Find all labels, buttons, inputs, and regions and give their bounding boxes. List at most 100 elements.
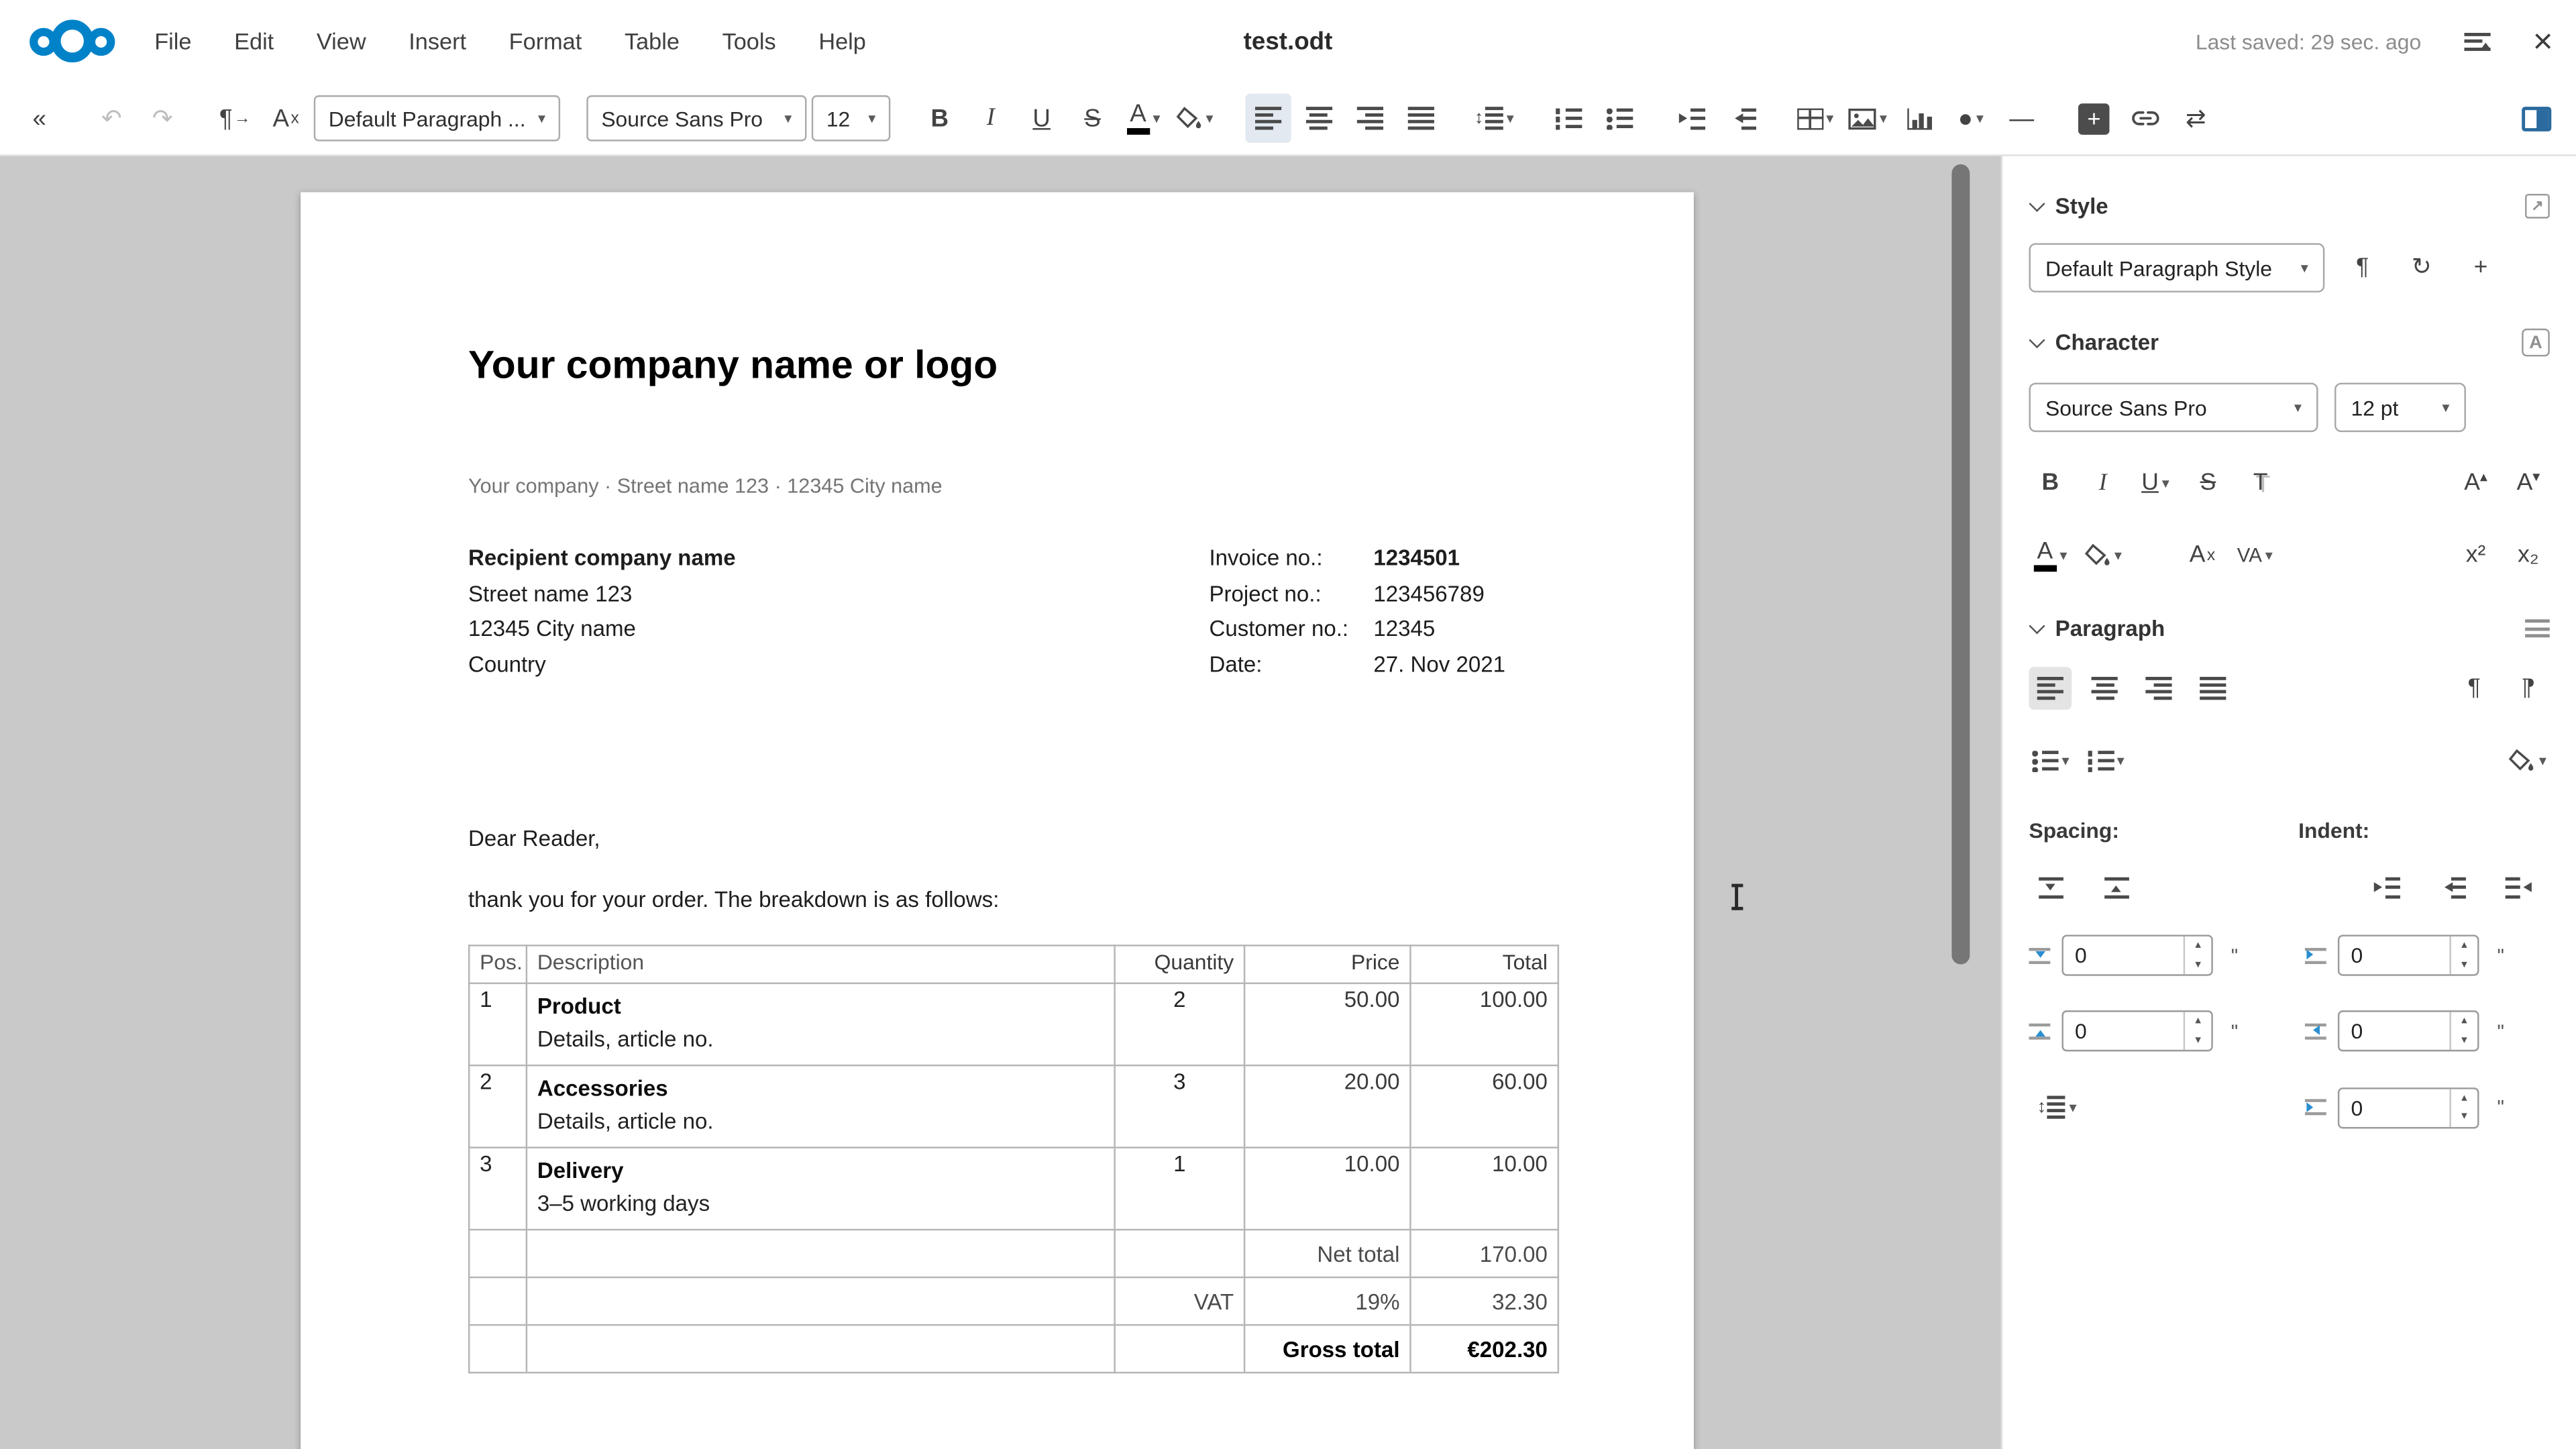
- insert-table-button[interactable]: ▾: [1792, 94, 1839, 143]
- indent-after-stepper[interactable]: ▴▾: [2338, 1010, 2479, 1051]
- menu-tools[interactable]: Tools: [722, 28, 776, 54]
- clear-formatting-button[interactable]: Ax: [263, 94, 309, 143]
- first-line-indent-stepper[interactable]: ▴▾: [2338, 1087, 2479, 1128]
- paragraph-style-select[interactable]: Default Paragraph Style▾: [2029, 243, 2324, 292]
- indent-before-stepper[interactable]: ▴▾: [2338, 934, 2479, 975]
- hanging-indent-button[interactable]: [2497, 866, 2540, 909]
- sidebar-line-spacing-button[interactable]: ↕ ▾: [2029, 1086, 2084, 1129]
- insert-line-button[interactable]: —: [1998, 94, 2045, 143]
- sidebar-ordered-list-button[interactable]: ▾: [2084, 739, 2128, 782]
- nextcloud-logo[interactable]: [30, 19, 115, 62]
- font-color-button[interactable]: A ▾: [1120, 94, 1167, 143]
- space-below-stepper[interactable]: ▴▾: [2061, 1010, 2212, 1051]
- italic-button[interactable]: I: [967, 94, 1014, 143]
- spin-up-icon[interactable]: ▴: [2451, 1012, 2477, 1031]
- expand-panel-icon[interactable]: ↗: [2525, 194, 2550, 219]
- menu-insert[interactable]: Insert: [409, 28, 466, 54]
- redo-button[interactable]: ↷: [140, 94, 186, 143]
- update-style-button[interactable]: ¶: [2341, 246, 2384, 289]
- font-size-dropdown[interactable]: 12▾: [812, 95, 891, 142]
- bold-button[interactable]: B: [917, 94, 963, 143]
- paragraph-background-button[interactable]: ▾: [2506, 739, 2550, 782]
- close-icon[interactable]: ×: [2533, 24, 2553, 58]
- menu-view[interactable]: View: [317, 28, 366, 54]
- sidebar-decrease-indent-button[interactable]: [2431, 866, 2474, 909]
- sidebar-toggle-button[interactable]: [2514, 94, 2560, 143]
- refresh-style-button[interactable]: ↻: [2400, 246, 2443, 289]
- spin-down-icon[interactable]: ▾: [2451, 1031, 2477, 1050]
- spin-up-icon[interactable]: ▴: [2451, 1088, 2477, 1107]
- character-dialog-icon[interactable]: A: [2522, 329, 2550, 357]
- sidebar-increase-indent-button[interactable]: [2366, 866, 2409, 909]
- paragraph-style-dropdown[interactable]: Default Paragraph ...▾: [314, 95, 560, 142]
- align-right-button[interactable]: [1346, 94, 1393, 143]
- spin-down-icon[interactable]: ▾: [2185, 1031, 2211, 1050]
- sidebar-underline-button[interactable]: U▾: [2134, 462, 2177, 504]
- sidebar-align-right-button[interactable]: [2137, 667, 2180, 710]
- sidebar-align-center-button[interactable]: [2083, 667, 2126, 710]
- grow-font-button[interactable]: A▴: [2455, 462, 2498, 504]
- align-center-button[interactable]: [1295, 94, 1342, 143]
- character-section-header[interactable]: Character A: [2029, 329, 2549, 357]
- ordered-list-button[interactable]: [1545, 94, 1591, 143]
- menu-table[interactable]: Table: [625, 28, 680, 54]
- subscript-button[interactable]: x₂: [2507, 534, 2550, 577]
- increase-indent-button[interactable]: [1668, 94, 1715, 143]
- increase-para-spacing-button[interactable]: [2029, 866, 2072, 909]
- paragraph-ltr-button[interactable]: ¶: [2453, 667, 2496, 710]
- spin-up-icon[interactable]: ▴: [2185, 936, 2211, 955]
- insert-chart-button[interactable]: [1897, 94, 1943, 143]
- track-changes-button[interactable]: ⇄: [2173, 94, 2219, 143]
- paragraph-dialog-icon[interactable]: [2525, 619, 2550, 637]
- spin-up-icon[interactable]: ▴: [2451, 936, 2477, 955]
- sidebar-align-left-button[interactable]: [2029, 667, 2072, 710]
- decrease-para-spacing-button[interactable]: [2094, 866, 2137, 909]
- menu-format[interactable]: Format: [509, 28, 582, 54]
- clone-formatting-button[interactable]: ¶→: [212, 94, 258, 143]
- sidebar-highlight-button[interactable]: ▾: [2082, 534, 2125, 577]
- sidebar-align-justify-button[interactable]: [2192, 667, 2235, 710]
- insert-image-button[interactable]: ▾: [1843, 94, 1892, 143]
- sidebar-italic-button[interactable]: I: [2082, 462, 2125, 504]
- spin-down-icon[interactable]: ▾: [2185, 955, 2211, 974]
- menu-edit[interactable]: Edit: [234, 28, 274, 54]
- underline-button[interactable]: U: [1018, 94, 1065, 143]
- indent-after-input[interactable]: [2339, 1018, 2449, 1043]
- insert-shape-button[interactable]: ●▾: [1948, 94, 1994, 143]
- highlight-color-button[interactable]: ▾: [1171, 94, 1218, 143]
- undo-button[interactable]: ↶: [89, 94, 135, 143]
- sidebar-font-color-button[interactable]: A ▾: [2029, 534, 2072, 577]
- insert-link-button[interactable]: [2122, 94, 2168, 143]
- space-above-input[interactable]: [2063, 943, 2184, 968]
- spin-down-icon[interactable]: ▾: [2451, 955, 2477, 974]
- superscript-button[interactable]: x²: [2455, 534, 2498, 577]
- shadow-button[interactable]: T: [2239, 462, 2282, 504]
- char-spacing-button[interactable]: VA▾: [2233, 534, 2276, 577]
- strikethrough-button[interactable]: S: [1069, 94, 1116, 143]
- document-page[interactable]: Your company name or logo Your company ·…: [301, 193, 1694, 1449]
- sidebar-clear-formatting-button[interactable]: Ax: [2181, 534, 2224, 577]
- first-line-indent-input[interactable]: [2339, 1095, 2449, 1120]
- collapse-toolbar-button[interactable]: «: [16, 94, 62, 143]
- spin-up-icon[interactable]: ▴: [2185, 1012, 2211, 1031]
- indent-before-input[interactable]: [2339, 943, 2449, 968]
- space-above-stepper[interactable]: ▴▾: [2061, 934, 2212, 975]
- decrease-indent-button[interactable]: [1719, 94, 1766, 143]
- new-style-button[interactable]: +: [2459, 246, 2502, 289]
- sidebar-bullet-list-button[interactable]: ▾: [2029, 739, 2072, 782]
- paragraph-section-header[interactable]: Paragraph: [2029, 616, 2549, 641]
- menu-help[interactable]: Help: [818, 28, 866, 54]
- spin-down-icon[interactable]: ▾: [2451, 1108, 2477, 1126]
- align-left-button[interactable]: [1244, 94, 1291, 143]
- shrink-font-button[interactable]: A▾: [2507, 462, 2550, 504]
- sidebar-bold-button[interactable]: B: [2029, 462, 2072, 504]
- menubar-toggle-icon[interactable]: [2464, 32, 2490, 50]
- sidebar-font-size-select[interactable]: 12 pt▾: [2334, 383, 2466, 432]
- style-section-header[interactable]: Style ↗: [2029, 194, 2549, 219]
- font-name-dropdown[interactable]: Source Sans Pro▾: [586, 95, 806, 142]
- bullet-list-button[interactable]: [1596, 94, 1642, 143]
- insert-special-button[interactable]: +: [2071, 94, 2117, 143]
- align-justify-button[interactable]: [1397, 94, 1444, 143]
- sidebar-strikethrough-button[interactable]: S: [2187, 462, 2230, 504]
- line-spacing-button[interactable]: ↕ ▾: [1470, 94, 1519, 143]
